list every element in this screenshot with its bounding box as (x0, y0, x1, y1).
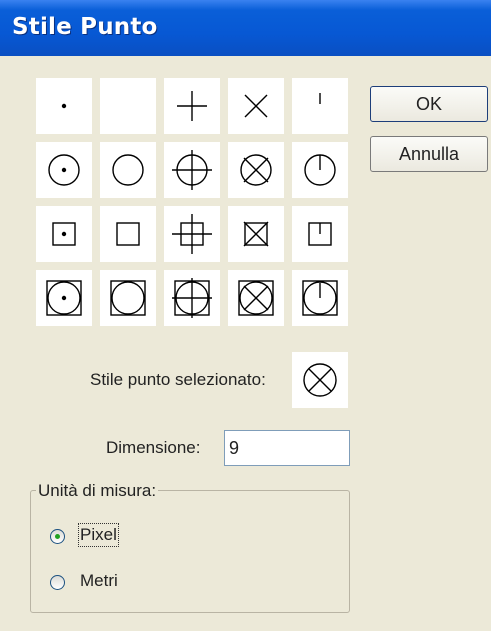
size-label: Dimensione: (106, 438, 201, 457)
point-style-square-dot[interactable] (36, 206, 92, 262)
dot-icon (61, 103, 67, 109)
point-style-circle-square[interactable] (100, 270, 156, 326)
square-tick-icon (308, 222, 332, 246)
blank-icon (100, 78, 156, 134)
pixel-label[interactable]: Pixel (78, 523, 119, 547)
point-style-circle-tick[interactable] (292, 142, 348, 198)
point-style-dialog: Stile Punto OK Annulla Stile punto selez… (0, 0, 491, 631)
square-dot-icon (52, 222, 76, 246)
square-plus-icon (172, 214, 212, 254)
circle-dot-icon (48, 154, 80, 186)
circle-cross-icon (240, 154, 272, 186)
circle-tick-icon (304, 154, 336, 186)
dialog-title: Stile Punto (12, 14, 158, 40)
title-bar[interactable]: Stile Punto (0, 0, 491, 56)
selected-style-label: Stile punto selezionato: (90, 370, 266, 389)
point-style-blank[interactable] (100, 78, 156, 134)
size-input[interactable]: 9 (224, 430, 350, 466)
point-style-circle-square-cross[interactable] (228, 270, 284, 326)
point-style-tick[interactable] (292, 78, 348, 134)
units-legend: Unità di misura: (36, 481, 159, 501)
point-style-circle-plus[interactable] (164, 142, 220, 198)
selected-style-preview (292, 352, 348, 408)
circle-square-icon (110, 280, 146, 316)
point-style-square-cross[interactable] (228, 206, 284, 262)
units-group (30, 490, 350, 613)
radio-selected-dot (55, 534, 60, 539)
tick-icon (319, 93, 321, 104)
point-style-circle-square-dot[interactable] (36, 270, 92, 326)
point-style-circle-cross[interactable] (228, 142, 284, 198)
point-style-cross[interactable] (228, 78, 284, 134)
point-style-circle-square-plus[interactable] (164, 270, 220, 326)
circle-cross-icon (303, 363, 337, 397)
circle-square-plus-icon (172, 278, 212, 318)
point-style-plus[interactable] (164, 78, 220, 134)
point-style-square-plus[interactable] (164, 206, 220, 262)
circle-icon (112, 154, 144, 186)
metri-label[interactable]: Metri (80, 571, 118, 591)
circle-square-cross-icon (238, 280, 274, 316)
point-style-circle-dot[interactable] (36, 142, 92, 198)
ok-button[interactable]: OK (370, 86, 488, 122)
point-style-square[interactable] (100, 206, 156, 262)
circle-square-tick-icon (302, 280, 338, 316)
square-cross-icon (243, 221, 269, 247)
point-style-square-tick[interactable] (292, 206, 348, 262)
point-style-circle-square-tick[interactable] (292, 270, 348, 326)
plus-icon (177, 91, 207, 121)
pixel-radio[interactable] (50, 529, 65, 544)
point-style-circle[interactable] (100, 142, 156, 198)
square-icon (116, 222, 140, 246)
metri-radio[interactable] (50, 575, 65, 590)
circle-square-dot-icon (46, 280, 82, 316)
cancel-button[interactable]: Annulla (370, 136, 488, 172)
circle-plus-icon (172, 150, 212, 190)
cross-icon (244, 94, 268, 118)
point-style-dot[interactable] (36, 78, 92, 134)
